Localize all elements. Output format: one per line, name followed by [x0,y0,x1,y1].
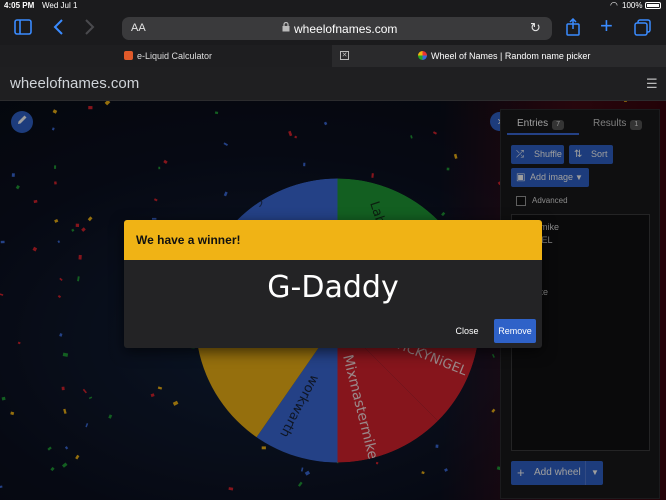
hamburger-menu-icon[interactable]: ☰ [646,76,658,92]
tabs-overview-icon[interactable] [634,19,651,39]
app-header: wheelofnames.com ☰ [0,67,666,101]
share-icon[interactable] [566,17,580,39]
close-button[interactable]: Close [448,320,486,342]
dialog-header: We have a winner! [124,220,542,260]
reader-aa-button[interactable]: AA [131,22,146,34]
battery-percent: 100% [622,1,643,10]
reload-icon[interactable]: ↻ [530,20,541,36]
forward-icon[interactable] [84,19,96,38]
tab-label: Wheel of Names | Random name picker [431,51,591,61]
site-brand[interactable]: wheelofnames.com [10,75,139,92]
tab-label: e-Liquid Calculator [137,51,213,61]
winner-dialog: We have a winner! G-Daddy Close Remove [124,220,542,348]
status-bar: 4:05 PM Wed Jul 1 ◠ 100% [0,0,666,12]
browser-toolbar: AA wheelofnames.com ↻ + [0,12,666,45]
wheel-favicon-icon [418,51,427,60]
lock-icon [282,21,290,35]
address-bar[interactable]: AA wheelofnames.com ↻ [122,17,552,40]
winner-name: G-Daddy [267,270,399,305]
calculator-favicon-icon [124,51,133,60]
tab-e-liquid-calculator[interactable]: e-Liquid Calculator [0,45,332,67]
back-icon[interactable] [52,19,64,38]
battery-icon [645,2,661,9]
dialog-title: We have a winner! [136,233,241,247]
status-date: Wed Jul 1 [42,1,78,10]
url-text: wheelofnames.com [294,22,398,36]
sidebar-icon[interactable] [14,19,32,38]
wifi-icon: ◠ [610,0,618,10]
new-tab-icon[interactable]: + [600,15,613,37]
status-time: 4:05 PM [4,1,35,10]
remove-button[interactable]: Remove [494,319,536,343]
close-tab-icon[interactable]: ✕ [340,51,349,60]
tab-wheel-of-names[interactable]: ✕ Wheel of Names | Random name picker [334,45,666,67]
tab-bar: e-Liquid Calculator ✕ Wheel of Names | R… [0,45,666,67]
